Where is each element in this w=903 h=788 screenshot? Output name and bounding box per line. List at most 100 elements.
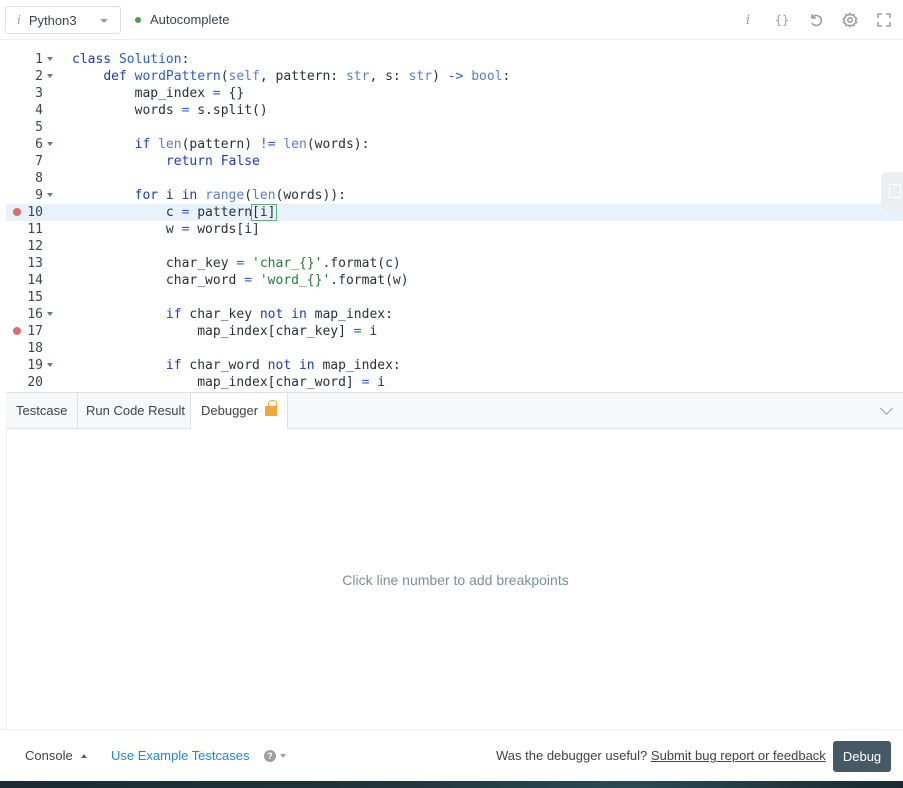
code-text: if char_key not in map_index:	[165, 307, 393, 322]
feedback-link[interactable]: Submit bug report or feedback	[651, 748, 826, 763]
line-number[interactable]: 15	[6, 289, 43, 306]
debug-button[interactable]: Debug	[833, 741, 891, 772]
fold-arrow-icon[interactable]	[47, 142, 53, 146]
line-number[interactable]: 13	[6, 255, 43, 272]
code-line[interactable]: 2 def wordPattern(self, pattern: str, s:…	[6, 68, 903, 85]
code-line[interactable]: 18	[6, 340, 903, 357]
chevron-down-icon	[100, 19, 108, 23]
line-number[interactable]: 14	[6, 272, 43, 289]
code-text: char_key = 'char_{}'.format(c)	[72, 256, 401, 271]
line-number[interactable]: 5	[6, 119, 43, 136]
code-text: w = words[i]	[72, 222, 260, 237]
notes-icon	[889, 184, 901, 198]
code-line[interactable]: 15	[6, 289, 903, 306]
code-line[interactable]: 13 char_key = 'char_{}'.format(c)	[6, 255, 903, 272]
side-panel-tab[interactable]	[881, 172, 903, 212]
desktop-background-strip	[0, 781, 903, 788]
line-number[interactable]: 9	[6, 187, 43, 204]
line-number[interactable]: 3	[6, 85, 43, 102]
tab-run-code-result[interactable]: Run Code Result	[76, 393, 195, 429]
panel-tabs: Testcase Run Code Result Debugger	[6, 392, 903, 430]
code-line[interactable]: 8	[6, 170, 903, 187]
code-line[interactable]: 7 return False	[6, 153, 903, 170]
fold-arrow-icon[interactable]	[47, 74, 53, 78]
code-line[interactable]: 9 for i in range(len(words)):	[6, 187, 903, 204]
line-number[interactable]: 1	[6, 51, 43, 68]
code-text: def wordPattern(self, pattern: str, s: s…	[103, 69, 511, 84]
language-select[interactable]: i Python3	[5, 6, 121, 34]
line-number[interactable]: 8	[6, 170, 43, 187]
line-number[interactable]: 17	[6, 323, 43, 340]
code-text: map_index[char_key] = i	[72, 324, 378, 339]
status-dot-icon	[135, 16, 141, 23]
editor-toolbar: i Python3 Autocomplete i {}	[0, 0, 903, 40]
fold-arrow-icon[interactable]	[47, 193, 53, 197]
fullscreen-icon[interactable]	[874, 10, 894, 30]
code-line[interactable]: 14 char_word = 'word_{}'.format(w)	[6, 272, 903, 289]
line-number[interactable]: 11	[6, 221, 43, 238]
feedback-prefix: Was the debugger useful?	[496, 748, 648, 763]
info-icon[interactable]: i	[738, 10, 758, 30]
feedback-text: Was the debugger useful? Submit bug repo…	[496, 748, 826, 763]
line-number[interactable]: 12	[6, 238, 43, 255]
braces-icon[interactable]: {}	[772, 10, 792, 30]
line-number[interactable]: 19	[6, 357, 43, 374]
settings-icon[interactable]	[840, 10, 860, 30]
code-text: map_index = {}	[72, 86, 245, 101]
reset-icon[interactable]	[806, 10, 826, 30]
code-text: if char_word not in map_index:	[165, 358, 401, 373]
line-number[interactable]: 2	[6, 68, 43, 85]
debugger-panel: Click line number to add breakpoints	[6, 429, 903, 729]
info-glyph-icon: i	[17, 13, 21, 27]
console-label: Console	[25, 748, 73, 763]
code-line[interactable]: 5	[6, 119, 903, 136]
chevron-up-icon	[80, 753, 87, 758]
line-number[interactable]: 16	[6, 306, 43, 323]
code-line[interactable]: 11 w = words[i]	[6, 221, 903, 238]
code-line[interactable]: 10 c = pattern[i]	[6, 204, 903, 221]
line-number[interactable]: 10	[6, 204, 43, 221]
chevron-down-icon[interactable]	[880, 402, 893, 415]
line-number[interactable]: 6	[6, 136, 43, 153]
help-menu[interactable]: ?	[264, 750, 286, 762]
line-number[interactable]: 20	[6, 374, 43, 391]
code-editor[interactable]: 1 class Solution: 2 def wordPattern(self, …	[6, 40, 903, 392]
lock-icon	[265, 400, 278, 416]
code-text: return False	[165, 154, 260, 169]
language-label: Python3	[28, 12, 77, 28]
tab-label: Debugger	[201, 403, 259, 418]
console-button[interactable]: Console	[25, 748, 87, 763]
footer-bar: Console Use Example Testcases ? Was the …	[0, 729, 903, 781]
code-text: words = s.split()	[72, 103, 268, 118]
code-text: for i in range(len(words)):	[134, 188, 346, 203]
code-line[interactable]: 3 map_index = {}	[6, 85, 903, 102]
code-text: class Solution:	[72, 52, 190, 67]
tab-label: Testcase	[16, 403, 68, 418]
debugger-hint: Click line number to add breakpoints	[342, 572, 569, 588]
code-text: if len(pattern) != len(words):	[134, 137, 370, 152]
fold-arrow-icon[interactable]	[47, 57, 53, 61]
line-number[interactable]: 18	[6, 340, 43, 357]
tab-label: Run Code Result	[86, 403, 185, 418]
fold-arrow-icon[interactable]	[47, 363, 53, 367]
code-line[interactable]: 12	[6, 238, 903, 255]
autocomplete-toggle[interactable]: Autocomplete	[135, 12, 230, 27]
tab-testcase[interactable]: Testcase	[6, 393, 79, 429]
code-line[interactable]: 6 if len(pattern) != len(words):	[6, 136, 903, 153]
code-line[interactable]: 19 if char_word not in map_index:	[6, 357, 903, 374]
code-line[interactable]: 1 class Solution:	[6, 51, 903, 68]
line-number[interactable]: 4	[6, 102, 43, 119]
code-line[interactable]: 17 map_index[char_key] = i	[6, 323, 903, 340]
code-line[interactable]: 20 map_index[char_word] = i	[6, 374, 903, 391]
line-number[interactable]: 7	[6, 153, 43, 170]
code-text: map_index[char_word] = i	[72, 375, 386, 390]
help-icon: ?	[264, 750, 276, 762]
tab-debugger[interactable]: Debugger	[190, 393, 289, 430]
use-example-testcases-link[interactable]: Use Example Testcases	[111, 748, 250, 763]
fold-arrow-icon[interactable]	[47, 312, 53, 316]
code-line[interactable]: 16 if char_key not in map_index:	[6, 306, 903, 323]
code-text: char_word = 'word_{}'.format(w)	[72, 273, 409, 288]
chevron-down-icon	[280, 754, 286, 758]
autocomplete-label: Autocomplete	[150, 12, 230, 27]
code-line[interactable]: 4 words = s.split()	[6, 102, 903, 119]
